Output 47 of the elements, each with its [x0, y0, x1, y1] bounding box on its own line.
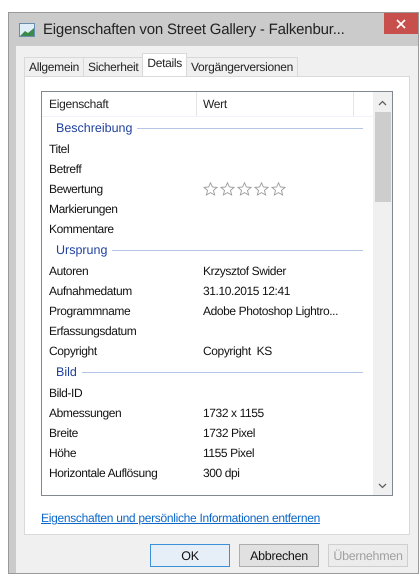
remove-properties-link[interactable]: Eigenschaften und persönliche Informationen entfernen — [41, 511, 320, 525]
property-name: Abmessungen — [48, 406, 122, 420]
property-name: Copyright — [48, 344, 98, 358]
image-file-icon — [19, 22, 35, 36]
property-value: 31.10.2015 12:41 — [202, 284, 290, 298]
property-name: Bewertung — [48, 182, 104, 196]
property-value: Adobe Photoshop Lightro... — [202, 304, 338, 318]
property-name: Breite — [48, 426, 79, 440]
property-name: Programmname — [48, 304, 132, 318]
group-header: Ursprung — [56, 243, 108, 257]
property-name: Horizontale Auflösung — [48, 466, 158, 480]
property-name: Autoren — [48, 264, 90, 278]
property-name: Betreff — [48, 162, 83, 176]
close-icon — [396, 18, 406, 28]
tab[interactable]: Details — [142, 53, 187, 76]
property-name: Aufnahmedatum — [48, 284, 133, 298]
scrollbar-thumb[interactable] — [374, 112, 390, 202]
property-value: 300 dpi — [202, 466, 240, 480]
dialog-button[interactable]: Abbrechen — [239, 544, 319, 567]
scroll-down-icon[interactable] — [378, 483, 387, 489]
property-name: Titel — [48, 142, 70, 156]
property-value: 1732 x 1155 — [202, 406, 264, 420]
tab[interactable]: Allgemein — [24, 57, 84, 76]
star-icon[interactable] — [220, 182, 235, 196]
scroll-up-icon[interactable] — [378, 100, 387, 106]
property-name: Erfassungsdatum — [48, 324, 138, 338]
property-value: Krzysztof Swider — [202, 264, 286, 278]
property-value: 1732 Pixel — [202, 426, 256, 440]
group-header: Bild — [56, 365, 77, 379]
star-icon[interactable] — [237, 182, 252, 196]
star-icon[interactable] — [254, 182, 269, 196]
star-icon[interactable] — [203, 182, 218, 196]
close-button[interactable] — [384, 13, 418, 34]
dialog-button[interactable]: OK — [150, 544, 230, 567]
property-value: 1155 Pixel — [202, 446, 254, 460]
property-name: Markierungen — [48, 202, 119, 216]
property-value: Copyright KS — [202, 344, 272, 358]
scrollbar[interactable] — [373, 92, 392, 495]
window-title: Eigenschaften von Street Gallery - Falkenbur... — [43, 21, 345, 38]
property-name: Bild-ID — [48, 386, 84, 400]
property-name: Kommentare — [48, 222, 115, 236]
column-header[interactable]: Wert — [197, 92, 354, 116]
tab[interactable]: Vorgängerversionen — [186, 57, 298, 76]
property-name: Höhe — [48, 446, 78, 460]
group-header: Beschreibung — [56, 121, 132, 135]
star-icon[interactable] — [271, 182, 286, 196]
column-header[interactable]: Eigenschaft — [42, 92, 197, 116]
